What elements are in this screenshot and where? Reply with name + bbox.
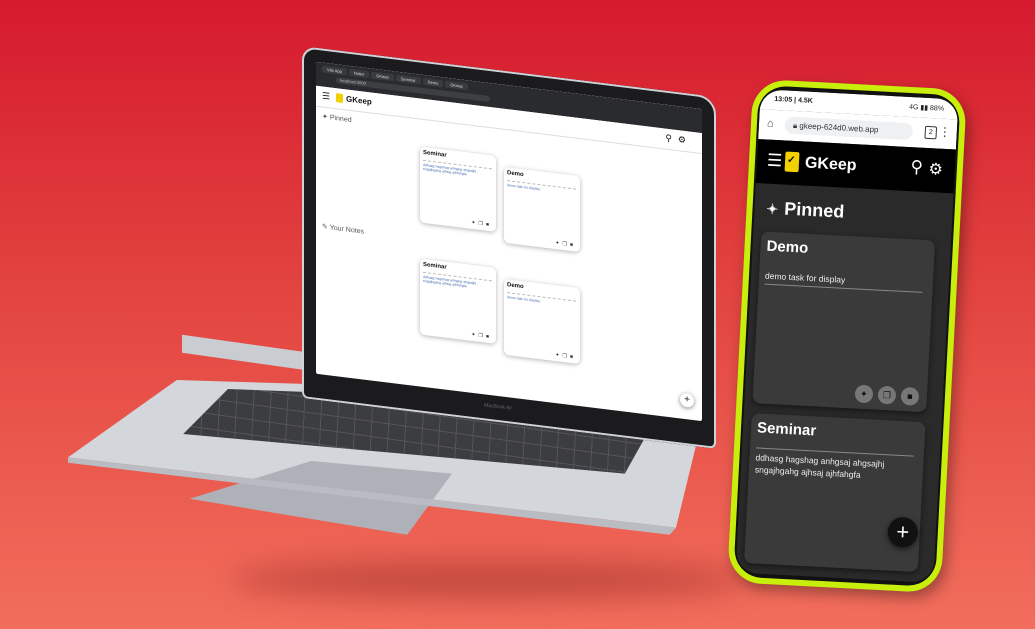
- note-body: ddhasg hagshag anhgsaj ahgsajhj sngajhga…: [754, 452, 885, 480]
- app-logo: [784, 151, 800, 173]
- more-icon[interactable]: ⋮: [938, 125, 951, 140]
- note-title: Seminar: [423, 261, 447, 271]
- browser-tab[interactable]: GKeep: [445, 80, 468, 91]
- note-card[interactable]: Seminar ddhasg hagshag anhgsaj ahgsajhj …: [743, 413, 926, 573]
- browser-tab[interactable]: Seminar: [395, 74, 421, 85]
- gear-icon[interactable]: ⚙: [678, 134, 686, 146]
- note-title: Seminar: [756, 419, 817, 440]
- phone-mockup: 13:05 | 4.5K 4G ▮▮ 88% ⌂ 🔒︎ gkeep-624d0.…: [726, 78, 968, 594]
- note-title: Demo: [507, 170, 524, 179]
- note-card[interactable]: Demo demo task for display ✦❐■: [504, 278, 580, 365]
- note-card[interactable]: Seminar ddhasg hagshag anhgsaj ahgsajhj …: [420, 258, 496, 344]
- system-icons: 4G ▮▮ 88%: [908, 103, 945, 113]
- note-actions: ✦❐■: [471, 220, 492, 229]
- note-card[interactable]: Seminar ddhasg hagshag anhgsaj ahgsajhj …: [420, 146, 496, 232]
- status-extra: 4.5K: [797, 97, 813, 105]
- delete-icon[interactable]: ■: [900, 386, 920, 406]
- pin-icon: ✦: [766, 200, 779, 218]
- note-body: ddhasg hagshag anhgsaj ahgsajhj sngajhga…: [423, 274, 477, 289]
- time-text: 13:05: [774, 95, 793, 104]
- delete-icon[interactable]: ■: [486, 222, 492, 229]
- copy-icon[interactable]: ❐: [478, 221, 485, 228]
- laptop-mockup: Vite App Notes GKeep Seminar Demo GKeep local…: [0, 0, 760, 629]
- app-title: GKeep: [346, 94, 372, 107]
- copy-icon[interactable]: ❐: [562, 353, 569, 360]
- note-actions: ✦❐■: [555, 352, 576, 361]
- pinned-heading: ✦ Pinned: [766, 198, 845, 223]
- delete-icon[interactable]: ■: [570, 354, 576, 361]
- note-title: Demo: [507, 282, 524, 291]
- note-body: ddhasg hagshag anhgsaj ahgsajhj sngajhga…: [423, 162, 477, 177]
- delete-icon[interactable]: ■: [570, 242, 576, 249]
- status-time: 13:05 | 4.5K: [774, 95, 813, 105]
- app-logo: [336, 93, 343, 104]
- home-icon[interactable]: ⌂: [767, 118, 774, 130]
- note-title: Demo: [766, 237, 809, 257]
- app-title: GKeep: [804, 154, 857, 175]
- note-actions: ✦❐■: [555, 240, 576, 249]
- url-text: gkeep-624d0.web.app: [799, 121, 879, 135]
- copy-icon[interactable]: ❐: [478, 333, 485, 340]
- app-header: ☰ GKeep ⚲ ⚙: [755, 139, 956, 194]
- pin-icon[interactable]: ✦: [854, 384, 874, 404]
- pinned-label: Pinned: [783, 198, 845, 222]
- delete-icon[interactable]: ■: [486, 334, 492, 341]
- laptop-screen: Vite App Notes GKeep Seminar Demo GKeep local…: [316, 61, 702, 422]
- pinned-label: Pinned: [329, 114, 352, 125]
- note-actions: ✦❐■: [850, 383, 920, 406]
- browser-tab[interactable]: Demo: [422, 77, 444, 88]
- copy-icon[interactable]: ❐: [877, 385, 897, 405]
- edit-icon: ✎: [322, 223, 330, 232]
- menu-icon[interactable]: ☰: [767, 151, 783, 172]
- copy-icon[interactable]: ❐: [562, 241, 569, 248]
- add-note-button[interactable]: +: [680, 392, 694, 409]
- note-title: Seminar: [423, 149, 447, 159]
- pin-icon: ✦: [322, 113, 330, 122]
- search-icon[interactable]: ⚲: [665, 133, 672, 145]
- tab-count[interactable]: 2: [924, 125, 938, 140]
- gear-icon[interactable]: ⚙: [928, 159, 943, 180]
- browser-tab[interactable]: GKeep: [371, 71, 394, 82]
- browser-tab[interactable]: Vite App: [322, 65, 347, 76]
- your-notes-heading: ✎ Your Notes: [322, 222, 364, 235]
- browser-tab[interactable]: Notes: [348, 68, 370, 79]
- pinned-heading: ✦ Pinned: [322, 112, 352, 124]
- note-card[interactable]: Demo demo task for display ✦❐■: [504, 166, 580, 253]
- note-actions: ✦❐■: [471, 332, 492, 341]
- laptop-lid: Vite App Notes GKeep Seminar Demo GKeep local…: [302, 46, 716, 449]
- note-card[interactable]: Demo demo task for display ✦❐■: [752, 231, 936, 413]
- your-notes-label: Your Notes: [329, 224, 365, 236]
- menu-icon[interactable]: ☰: [322, 90, 330, 102]
- address-bar[interactable]: 🔒︎ gkeep-624d0.web.app: [784, 116, 914, 141]
- phone-screen: 13:05 | 4.5K 4G ▮▮ 88% ⌂ 🔒︎ gkeep-624d0.…: [735, 89, 959, 583]
- search-icon[interactable]: ⚲: [910, 157, 923, 178]
